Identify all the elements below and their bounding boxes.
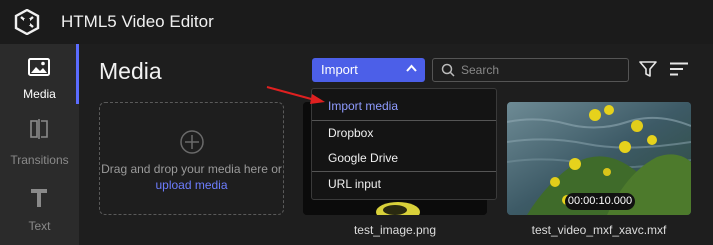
media-thumbnail-video[interactable]: 00:00:10.000: [507, 102, 691, 215]
sidebar-item-text[interactable]: Text: [0, 174, 79, 234]
media-caption: test_video_mxf_xavc.mxf: [531, 223, 667, 237]
import-button-label: Import: [321, 62, 358, 77]
sort-icon[interactable]: [670, 62, 688, 76]
sidebar-item-label: Text: [28, 219, 51, 233]
menu-item-url-input[interactable]: URL input: [312, 172, 496, 196]
upload-dropzone[interactable]: Drag and drop your media here or upload …: [99, 102, 284, 215]
search-box: [432, 58, 629, 82]
sidebar-item-label: Media: [23, 87, 56, 101]
search-icon: [441, 63, 455, 77]
app-logo-icon: [14, 9, 40, 35]
media-caption: test_image.png: [353, 223, 437, 237]
chevron-up-icon: [406, 64, 417, 72]
sidebar: Media Transitions Text: [0, 44, 79, 245]
upload-media-link[interactable]: upload media: [155, 178, 227, 192]
sidebar-item-transitions[interactable]: Transitions: [0, 106, 79, 167]
import-button[interactable]: Import: [312, 58, 425, 82]
menu-item-import-media[interactable]: Import media: [312, 94, 496, 118]
search-input[interactable]: [461, 62, 621, 78]
title-bar: HTML5 Video Editor: [0, 0, 713, 44]
text-icon: [31, 189, 47, 207]
sidebar-item-label: Transitions: [10, 153, 69, 167]
add-circle-icon: [180, 130, 204, 154]
image-icon: [28, 58, 50, 76]
filter-icon[interactable]: [639, 61, 657, 78]
page-title: Media: [99, 58, 162, 84]
menu-item-dropbox[interactable]: Dropbox: [312, 121, 496, 145]
sidebar-item-media[interactable]: Media: [0, 44, 79, 104]
transitions-icon: [30, 119, 48, 139]
dropzone-message: Drag and drop your media here or upload …: [100, 161, 283, 193]
menu-item-google-drive[interactable]: Google Drive: [312, 146, 496, 170]
import-dropdown-menu: Import media Dropbox Google Drive URL in…: [311, 88, 497, 200]
app-title: HTML5 Video Editor: [61, 12, 214, 31]
video-duration-badge: 00:00:10.000: [565, 193, 635, 210]
dropzone-text: Drag and drop your media here or: [101, 162, 282, 176]
